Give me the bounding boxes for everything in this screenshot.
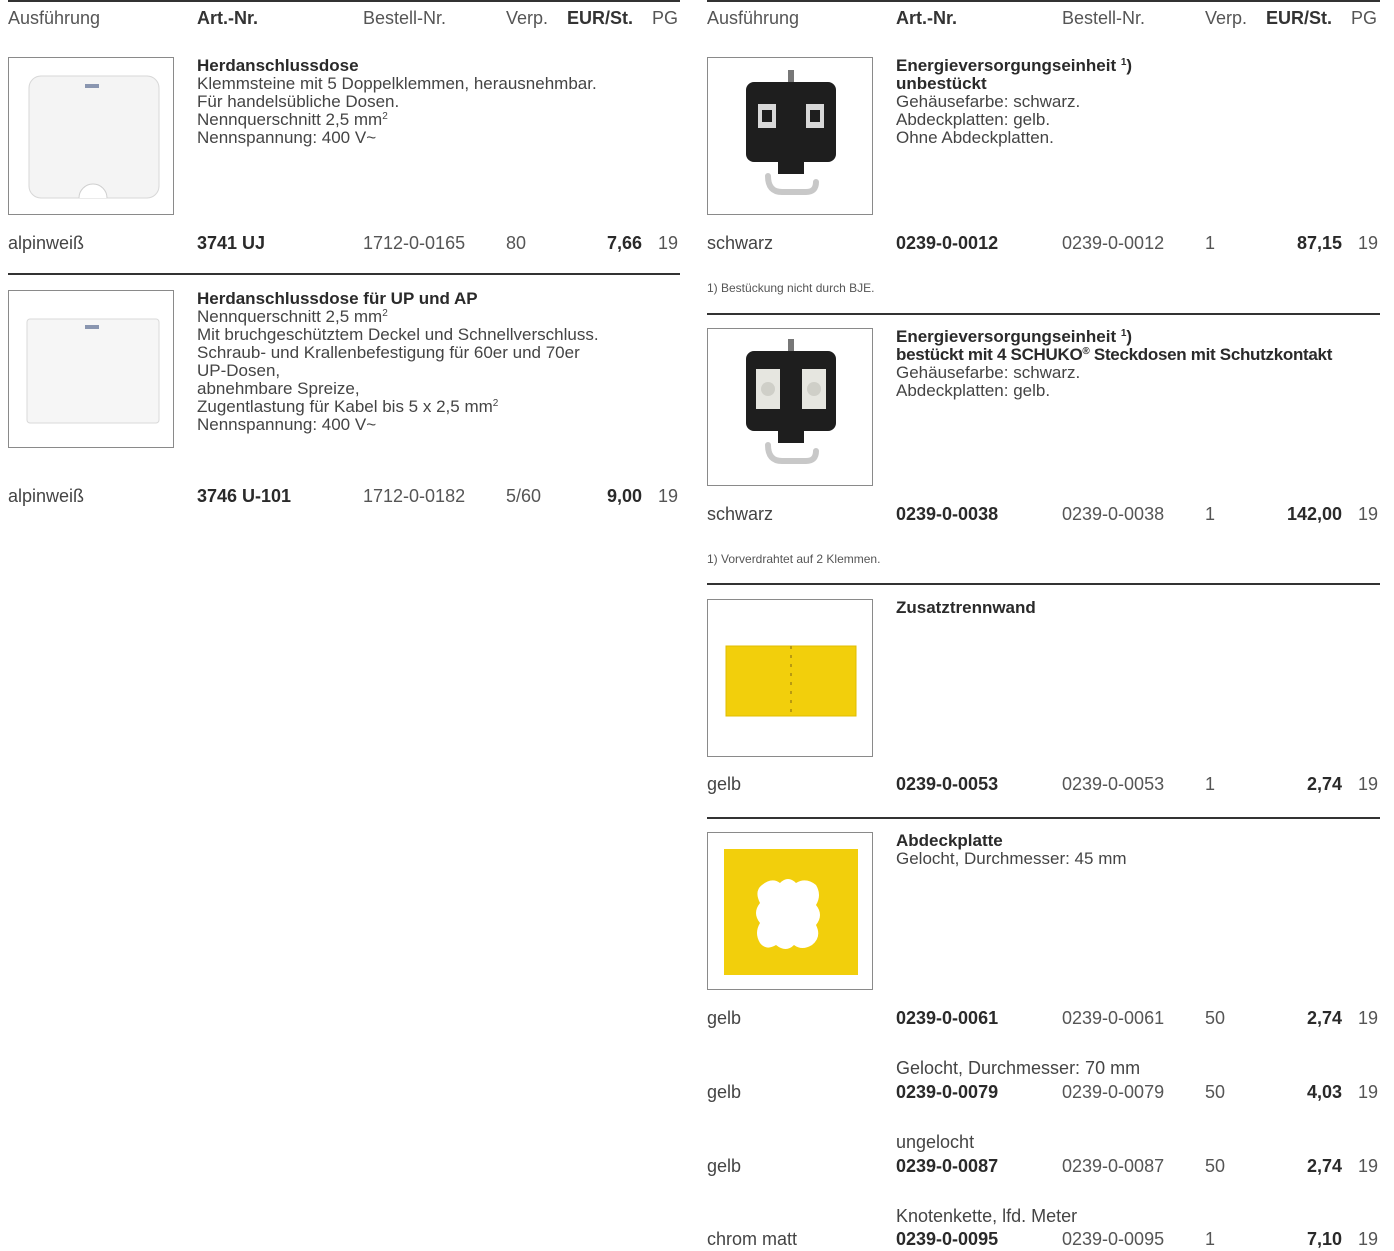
table-row: alpinweiß 3746 U-101 1712-0-0182 5/60 9,… <box>8 486 678 506</box>
separator <box>707 313 1380 315</box>
product-image-energieversorgung-bestueckt <box>707 328 873 486</box>
table-row: gelb 0239-0-0079 0239-0-0079 50 4,03 19 <box>707 1082 1378 1102</box>
table-header: Ausführung Art.-Nr. Bestell-Nr. Verp. EU… <box>8 0 680 32</box>
product-description: Zusatztrennwand <box>896 599 1380 617</box>
col-bestell-nr: Bestell-Nr. <box>363 8 447 28</box>
product-description: Energieversorgungseinheit 1) unbestückt … <box>896 56 1133 147</box>
product-title: Energieversorgungseinheit <box>896 56 1117 75</box>
col-art-nr: Art.-Nr. <box>896 8 958 28</box>
product-title: Herdanschlussdose für UP und AP <box>197 289 478 308</box>
variant-label: Gelocht, Durchmesser: 70 mm <box>896 1058 1141 1078</box>
product-title: Herdanschlussdose <box>197 56 359 75</box>
col-pg: PG <box>1351 8 1378 28</box>
separator <box>8 273 680 275</box>
product-image-zusatztrennwand <box>707 599 873 757</box>
product-description: Energieversorgungseinheit 1) bestückt mi… <box>896 327 1333 400</box>
product-image-abdeckplatte <box>707 832 873 990</box>
col-eur-st: EUR/St. <box>567 8 634 28</box>
table-row: gelb 0239-0-0061 0239-0-0061 50 2,74 19 <box>707 1008 1378 1028</box>
table-row: chrom matt 0239-0-0095 0239-0-0095 1 7,1… <box>707 1229 1378 1249</box>
table-header: Ausführung Art.-Nr. Bestell-Nr. Verp. EU… <box>707 0 1380 32</box>
col-bestell-nr: Bestell-Nr. <box>1062 8 1146 28</box>
table-row: schwarz 0239-0-0012 0239-0-0012 1 87,15 … <box>707 233 1378 253</box>
product-image-herdanschlussdose-up-ap <box>8 290 174 448</box>
col-verp: Verp. <box>1205 8 1248 28</box>
product-title: Zusatztrennwand <box>896 598 1036 617</box>
col-art-nr: Art.-Nr. <box>197 8 259 28</box>
col-ausfuehrung: Ausführung <box>707 8 800 28</box>
col-pg: PG <box>652 8 679 28</box>
footnote: 1) Bestückung nicht durch BJE. <box>707 281 875 295</box>
table-row: gelb 0239-0-0053 0239-0-0053 1 2,74 19 <box>707 774 1378 794</box>
product-description: Herdanschlussdose Klemmsteine mit 5 Dopp… <box>197 57 680 147</box>
table-row: alpinweiß 3741 UJ 1712-0-0165 80 7,66 19 <box>8 233 678 253</box>
product-image-herdanschlussdose <box>8 57 174 215</box>
separator <box>707 817 1380 819</box>
table-row: gelb 0239-0-0087 0239-0-0087 50 2,74 19 <box>707 1156 1378 1176</box>
footnote: 1) Vorverdrahtet auf 2 Klemmen. <box>707 552 881 566</box>
product-description: Herdanschlussdose für UP und AP Nennquer… <box>197 290 680 434</box>
variant-label: ungelocht <box>896 1132 975 1152</box>
variant-label: Knotenkette, lfd. Meter <box>896 1206 1078 1226</box>
separator <box>707 583 1380 585</box>
col-verp: Verp. <box>506 8 549 28</box>
product-description: Abdeckplatte Gelocht, Durchmesser: 45 mm <box>896 832 1380 868</box>
product-title: Abdeckplatte <box>896 831 1003 850</box>
product-image-energieversorgung-unbestueckt <box>707 57 873 215</box>
table-row: schwarz 0239-0-0038 0239-0-0038 1 142,00… <box>707 504 1378 524</box>
col-ausfuehrung: Ausführung <box>8 8 101 28</box>
col-eur-st: EUR/St. <box>1266 8 1333 28</box>
product-title: Energieversorgungseinheit <box>896 327 1117 346</box>
